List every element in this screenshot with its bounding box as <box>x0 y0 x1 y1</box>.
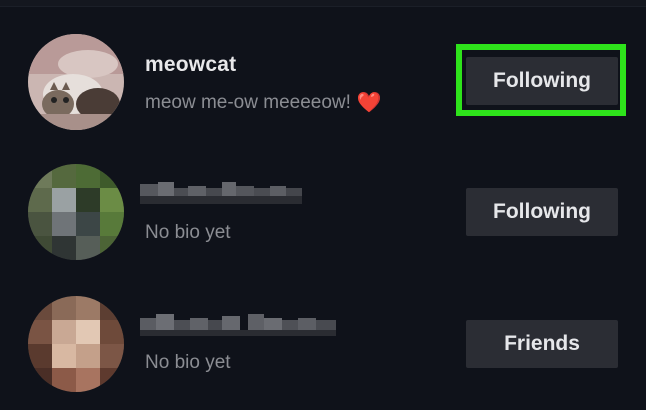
username-obscured[interactable] <box>140 312 336 340</box>
friends-button[interactable]: Friends <box>466 320 618 368</box>
pixelated-avatar-icon <box>28 164 124 260</box>
pixelated-username-icon <box>140 182 302 204</box>
avatar-pixelated[interactable] <box>28 164 124 260</box>
bio-label: No bio yet <box>145 352 231 373</box>
list-item-user-2[interactable]: No bio yet Following <box>0 148 646 278</box>
list-item-user-3[interactable]: No bio yet Friends <box>0 280 646 410</box>
avatar-pixelated[interactable] <box>28 296 124 392</box>
following-button[interactable]: Following <box>466 188 618 236</box>
avatar-cat[interactable] <box>28 34 124 130</box>
username-label[interactable]: meowcat <box>145 53 236 77</box>
heart-emoji-icon: ❤️ <box>356 92 382 114</box>
top-divider <box>0 0 646 7</box>
cat-photo-icon <box>28 34 124 130</box>
pixelated-avatar-icon <box>28 296 124 392</box>
username-obscured[interactable] <box>140 180 302 208</box>
bio-label: meow me-ow meeeeow! <box>145 92 351 113</box>
highlight-box <box>456 44 626 116</box>
bio-text: meow me-ow meeeeow! ❤️ <box>145 90 382 115</box>
pixelated-username-icon <box>140 314 336 336</box>
bio-label: No bio yet <box>145 222 231 243</box>
